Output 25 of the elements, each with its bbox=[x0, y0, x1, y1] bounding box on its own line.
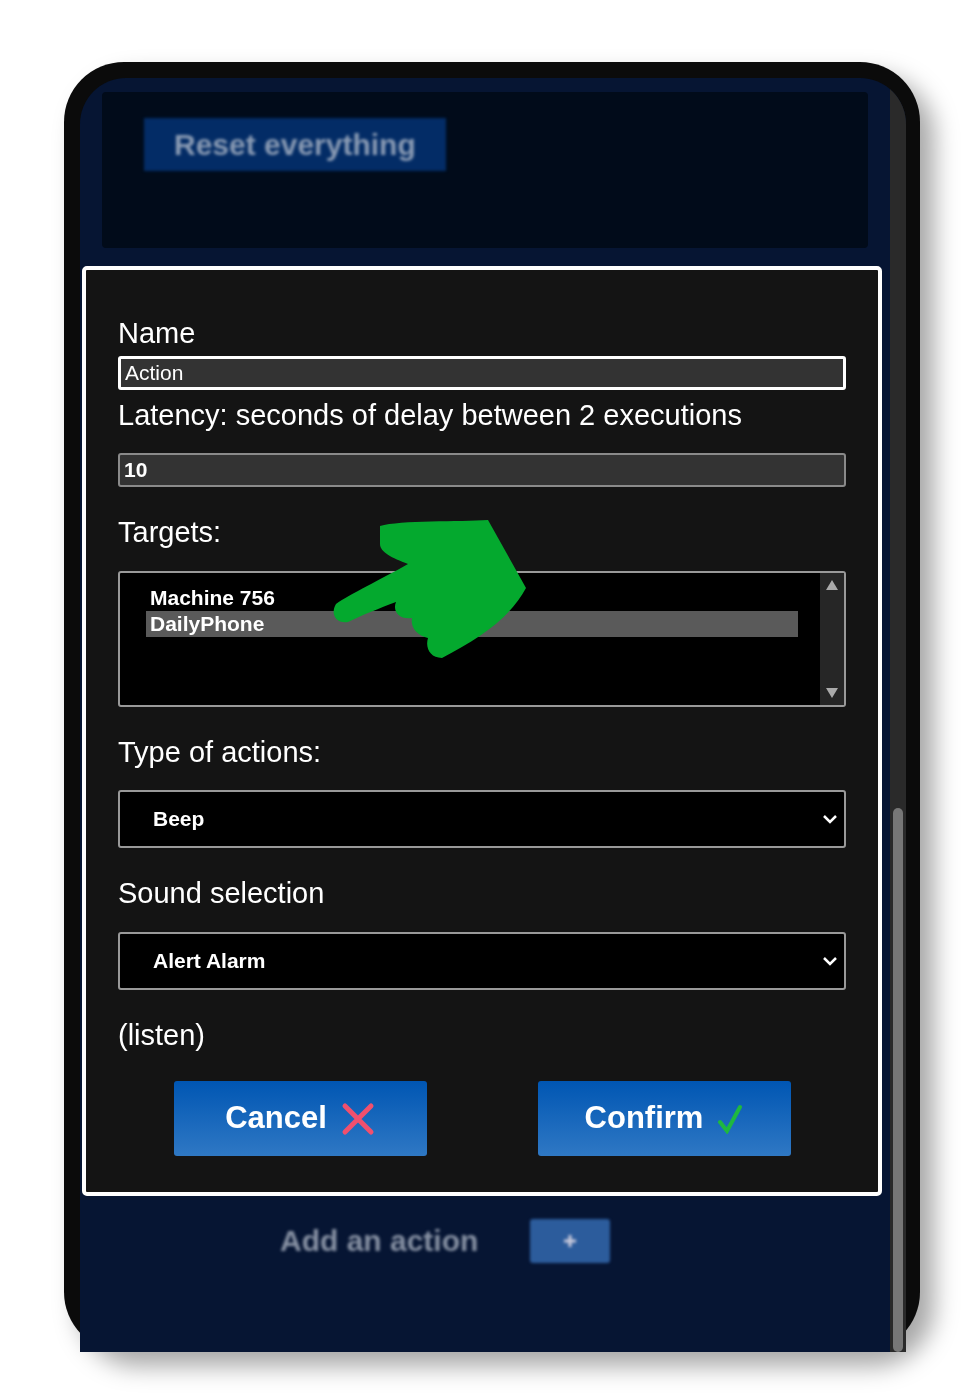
plus-icon bbox=[562, 1232, 579, 1249]
field-label: Latency: seconds of delay between 2 executions bbox=[118, 397, 743, 433]
target-option[interactable]: Machine 756 bbox=[146, 584, 798, 611]
chevron-down-icon bbox=[822, 955, 838, 966]
close-icon bbox=[340, 1101, 375, 1136]
scrollbar-thumb[interactable] bbox=[893, 808, 903, 1352]
targets-listbox[interactable]: Machine 756 DailyPhone bbox=[118, 570, 846, 707]
listen-link[interactable]: (listen) bbox=[118, 1018, 205, 1051]
latency-input[interactable]: 10 bbox=[118, 453, 846, 487]
scroll-down-icon[interactable] bbox=[825, 686, 839, 699]
sound-select[interactable]: Alert Alarm bbox=[118, 931, 846, 990]
name-input[interactable]: Action bbox=[118, 355, 846, 390]
add-action-label: Add an action bbox=[280, 1223, 479, 1259]
scroll-up-icon[interactable] bbox=[825, 578, 839, 591]
list-scrollbar[interactable] bbox=[820, 572, 844, 705]
chevron-down-icon bbox=[822, 814, 838, 824]
field-label: Sound selection bbox=[118, 876, 326, 911]
add-button[interactable] bbox=[530, 1218, 611, 1263]
check-icon bbox=[717, 1103, 744, 1134]
field-label: Type of actions: bbox=[118, 734, 323, 770]
cancel-button[interactable]: Cancel bbox=[173, 1081, 427, 1156]
field-label: Name bbox=[118, 316, 197, 351]
action-type-select[interactable]: Beep bbox=[118, 790, 846, 848]
confirm-button[interactable]: Confirm bbox=[537, 1081, 791, 1156]
field-label: Targets: bbox=[118, 515, 223, 550]
